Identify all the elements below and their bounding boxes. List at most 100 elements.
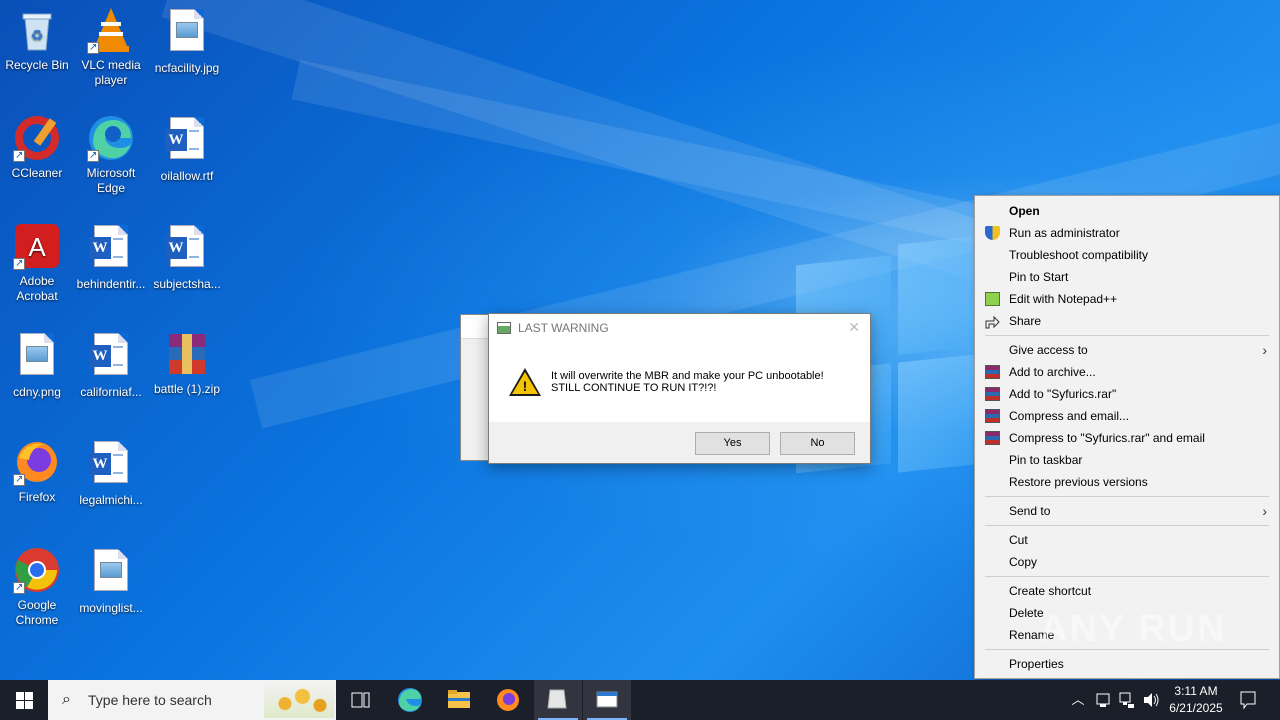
- menu-item-add-to-archive[interactable]: Add to archive...: [975, 361, 1279, 383]
- taskbar-dialog-window-button[interactable]: [583, 680, 631, 720]
- menu-item-copy[interactable]: Copy: [975, 551, 1279, 573]
- desktop-icon-californiaf[interactable]: W californiaf...: [74, 330, 148, 400]
- ccleaner-icon: [13, 114, 61, 163]
- menu-item-compress-to-rar-and-email[interactable]: Compress to "Syfurics.rar" and email: [975, 427, 1279, 449]
- desktop-icon-label: Firefox: [18, 490, 56, 504]
- taskbar: ⌕ Type here to search ︿ 3:11 AM 6/21/202…: [0, 680, 1280, 720]
- taskbar-search-box[interactable]: ⌕ Type here to search: [48, 680, 336, 720]
- tray-volume-icon[interactable]: [1140, 680, 1162, 720]
- menu-item-send-to[interactable]: Send to ›: [975, 500, 1279, 522]
- task-view-button[interactable]: [336, 680, 384, 720]
- desktop-icon-cdny-png[interactable]: cdny.png: [0, 330, 74, 400]
- menu-item-pin-to-start[interactable]: Pin to Start: [975, 266, 1279, 288]
- desktop-icon-firefox[interactable]: Firefox: [0, 438, 74, 505]
- dialog-title: LAST WARNING: [518, 321, 609, 335]
- desktop-icon-label: CCleaner: [11, 166, 63, 180]
- svg-text:A: A: [28, 232, 46, 262]
- menu-item-troubleshoot-compatibility[interactable]: Troubleshoot compatibility: [975, 244, 1279, 266]
- menu-item-label: Pin to Start: [1009, 270, 1069, 284]
- app-window-icon: [497, 322, 511, 334]
- desktop-icon-label: movinglist...: [79, 601, 143, 615]
- menu-item-label: Copy: [1009, 555, 1038, 569]
- taskbar-firefox-button[interactable]: [484, 680, 532, 720]
- menu-item-label: Edit with Notepad++: [1009, 292, 1118, 306]
- menu-item-compress-and-email[interactable]: Compress and email...: [975, 405, 1279, 427]
- menu-item-open[interactable]: Open: [975, 200, 1279, 222]
- desktop-icon-adobe-acrobat[interactable]: A Adobe Acrobat: [0, 222, 74, 304]
- uac-shield-icon: [985, 226, 1000, 240]
- no-button[interactable]: No: [780, 432, 855, 455]
- chevron-right-icon: ›: [1262, 342, 1267, 358]
- menu-item-give-access-to[interactable]: Give access to ›: [975, 339, 1279, 361]
- desktop-icon-ccleaner[interactable]: CCleaner: [0, 114, 74, 181]
- menu-item-add-to-syfurics-rar[interactable]: Add to "Syfurics.rar": [975, 383, 1279, 405]
- desktop-icon-ncfacility[interactable]: ncfacility.jpg: [150, 6, 224, 76]
- menu-item-edit-with-notepad-plus-plus[interactable]: Edit with Notepad++: [975, 288, 1279, 310]
- edge-icon: [398, 688, 422, 712]
- desktop-icon-google-chrome[interactable]: Google Chrome: [0, 546, 74, 628]
- desktop-icon-recycle-bin[interactable]: ♻ Recycle Bin: [0, 6, 74, 73]
- menu-item-pin-to-taskbar[interactable]: Pin to taskbar: [975, 449, 1279, 471]
- desktop-icon-movinglist[interactable]: movinglist...: [74, 546, 148, 616]
- menu-separator: [985, 335, 1269, 336]
- winrar-icon: [985, 409, 1000, 423]
- chrome-icon: [13, 546, 61, 595]
- desktop-icon-label: legalmichi...: [79, 493, 143, 507]
- word-doc-icon: W: [163, 225, 211, 273]
- app-window-icon: [596, 691, 618, 708]
- acrobat-icon: A: [13, 222, 61, 271]
- desktop-icon-label: Microsoft Edge: [86, 166, 136, 195]
- menu-item-cut[interactable]: Cut: [975, 529, 1279, 551]
- show-hidden-icons-chevron[interactable]: ︿: [1068, 680, 1088, 720]
- desktop-icon-subjectsha[interactable]: W subjectsha...: [150, 222, 224, 292]
- menu-item-label: Pin to taskbar: [1009, 453, 1083, 467]
- svg-text:♻: ♻: [31, 27, 44, 43]
- chevron-right-icon: ›: [1262, 503, 1267, 519]
- start-button[interactable]: [0, 680, 48, 720]
- desktop-icon-label: oilallow.rtf: [160, 169, 214, 183]
- taskbar-file-explorer-button[interactable]: [435, 680, 483, 720]
- firefox-icon: [497, 689, 519, 711]
- menu-item-create-shortcut[interactable]: Create shortcut: [975, 580, 1279, 602]
- network-icon: [1119, 692, 1134, 708]
- menu-item-label: Send to: [1009, 504, 1051, 518]
- desktop-icon-behindentir[interactable]: W behindentir...: [74, 222, 148, 292]
- desktop-icon-microsoft-edge[interactable]: Microsoft Edge: [74, 114, 148, 196]
- desktop-icon-label: battle (1).zip: [153, 382, 221, 396]
- menu-item-properties[interactable]: Properties: [975, 653, 1279, 675]
- dialog-titlebar[interactable]: LAST WARNING ✕: [489, 314, 870, 342]
- menu-separator: [985, 576, 1269, 577]
- menu-item-label: Create shortcut: [1009, 584, 1092, 598]
- winrar-icon: [985, 387, 1000, 401]
- task-view-icon: [351, 692, 370, 708]
- taskbar-edge-button[interactable]: [386, 680, 434, 720]
- close-icon[interactable]: ✕: [848, 319, 860, 336]
- windows-start-icon: [16, 692, 24, 700]
- taskbar-clock[interactable]: 3:11 AM 6/21/2025: [1160, 683, 1232, 717]
- dialog-body: ! It will overwrite the MBR and make you…: [489, 342, 870, 422]
- desktop-icon-label: behindentir...: [76, 277, 146, 291]
- desktop-icon-oilallow[interactable]: W oilallow.rtf: [150, 114, 224, 184]
- anyrun-watermark: ANY RUN: [1040, 608, 1227, 650]
- desktop-icon-legalmichi[interactable]: W legalmichi...: [74, 438, 148, 508]
- desktop-icon-label: Google Chrome: [15, 598, 59, 627]
- desktop-icon-vlc[interactable]: VLC media player: [74, 6, 148, 88]
- tray-device-icon[interactable]: [1092, 680, 1114, 720]
- clock-time: 3:11 AM: [1174, 684, 1218, 698]
- action-center-button[interactable]: [1234, 680, 1262, 720]
- taskbar-running-app-button[interactable]: [534, 680, 582, 720]
- desktop-icon-battle-zip[interactable]: battle (1).zip: [150, 330, 224, 397]
- menu-item-label: Add to "Syfurics.rar": [1009, 387, 1117, 401]
- menu-item-run-as-administrator[interactable]: Run as administrator: [975, 222, 1279, 244]
- chevron-up-icon: ︿: [1071, 692, 1085, 707]
- menu-item-share[interactable]: Share: [975, 310, 1279, 332]
- word-doc-icon: W: [87, 225, 135, 273]
- tray-network-icon[interactable]: [1116, 680, 1138, 720]
- menu-item-label: Cut: [1009, 533, 1028, 547]
- menu-item-restore-previous-versions[interactable]: Restore previous versions: [975, 471, 1279, 493]
- yes-button[interactable]: Yes: [695, 432, 770, 455]
- share-icon: [985, 314, 1000, 329]
- winrar-archive-icon: [163, 330, 211, 378]
- image-file-icon: [13, 333, 61, 381]
- file-context-menu: Open Run as administrator Troubleshoot c…: [974, 195, 1280, 679]
